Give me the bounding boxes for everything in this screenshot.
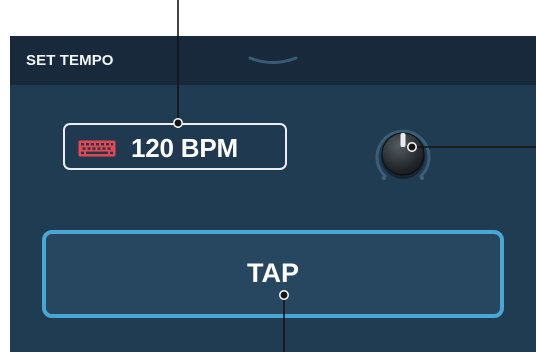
tap-button-label: TAP [247, 258, 299, 288]
set-tempo-panel: SET TEMPO 120 BPM TAP [10, 36, 536, 352]
panel-title: SET TEMPO [26, 52, 114, 69]
tempo-display[interactable]: 120 BPM [63, 123, 287, 170]
collapse-chevron-icon[interactable] [248, 56, 298, 66]
tap-button[interactable]: TAP [42, 230, 504, 318]
rotary-knob-icon[interactable] [366, 116, 440, 190]
keyboard-icon [78, 140, 116, 157]
panel-header: SET TEMPO [10, 36, 536, 85]
tempo-value: 120 BPM [131, 133, 238, 163]
